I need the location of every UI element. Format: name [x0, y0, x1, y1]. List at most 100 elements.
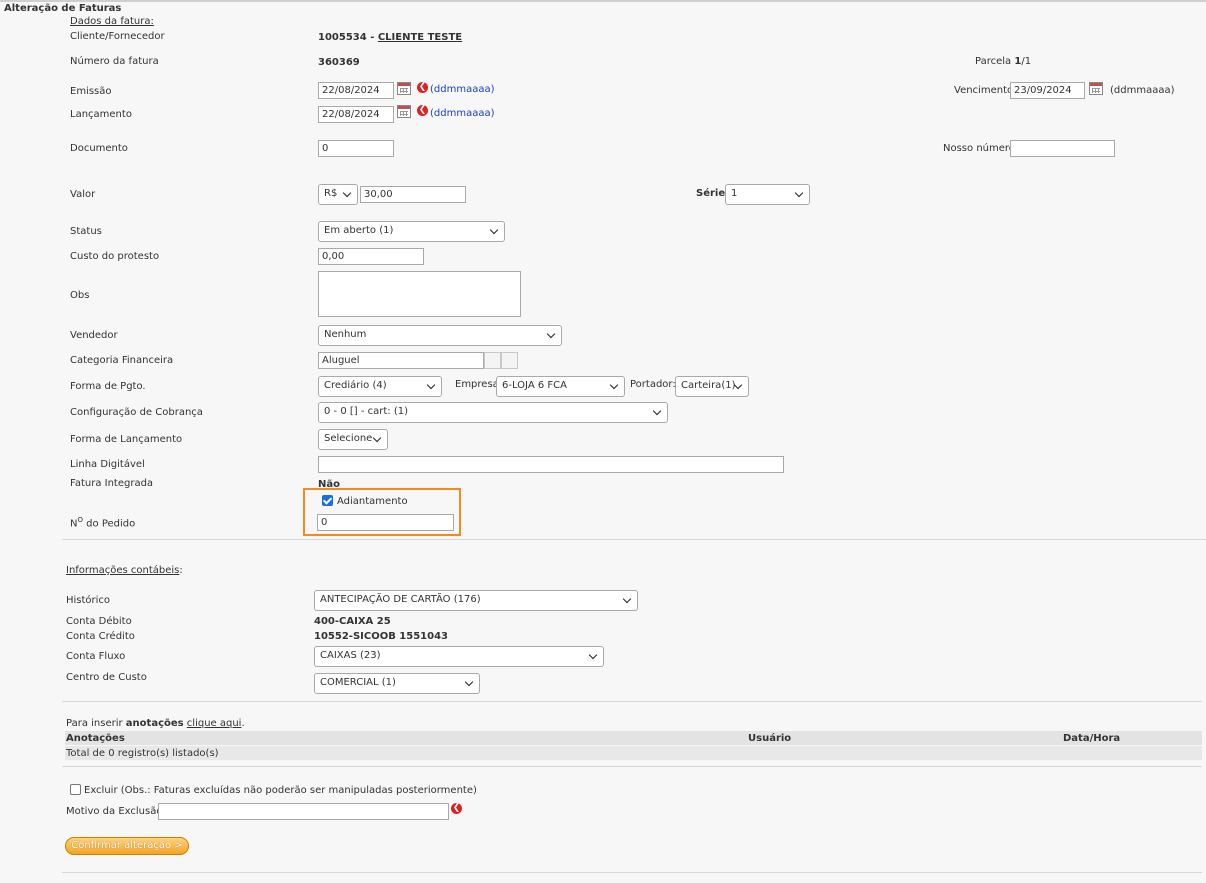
forma-pgto-label: Forma de Pgto. — [70, 381, 146, 392]
historico-select[interactable]: ANTECIPAÇÃO DE CARTÃO (176) — [314, 590, 638, 611]
linha-digitavel-input[interactable] — [318, 456, 784, 473]
separator — [62, 872, 1202, 873]
documento-label: Documento — [70, 143, 128, 154]
nosso-numero-label: Nosso número — [943, 143, 1015, 154]
parcela-total: /1 — [1021, 56, 1032, 67]
cliente-label: Cliente/Fornecedor — [70, 31, 165, 42]
custo-protesto-label: Custo do protesto — [70, 251, 160, 262]
notes-col-usuario: Usuário — [748, 733, 792, 744]
accounting-section-title: Informações contábeis — [66, 565, 180, 576]
forma-pgto-select[interactable]: Crediário (4) — [318, 376, 442, 397]
notes-intro: Para inserir anotações clique aqui. — [66, 718, 245, 729]
pedido-label-suffix: do Pedido — [83, 518, 136, 530]
lancamento-clear-icon[interactable]: ❮ — [417, 105, 428, 116]
vencimento-label: Vencimento — [954, 85, 1014, 96]
categoria-clear-button[interactable] — [501, 352, 518, 369]
excluir-label: Excluir (Obs.: Faturas excluídas não pod… — [84, 785, 477, 796]
obs-label: Obs — [70, 290, 90, 301]
empresa-label: Empresa — [455, 379, 499, 390]
notes-col-anotacoes: Anotações — [66, 733, 125, 744]
conta-fluxo-label: Conta Fluxo — [66, 651, 126, 662]
cliente-value: 1005534 - CLIENTE TESTE — [318, 32, 462, 43]
status-select[interactable]: Em aberto (1) — [318, 221, 505, 242]
cliente-code: 1005534 — [318, 32, 367, 43]
historico-label: Histórico — [66, 595, 111, 606]
emissao-format-hint: (ddmmaaaa) — [430, 84, 495, 95]
nosso-numero-input[interactable] — [1010, 140, 1115, 157]
conta-credito-value: 10552-SICOOB 1551043 — [314, 631, 449, 642]
config-cobranca-select[interactable]: 0 - 0 [] - cart: (1) — [318, 402, 668, 423]
separator — [62, 701, 1202, 702]
categoria-search-button[interactable] — [484, 352, 501, 369]
add-note-link[interactable]: clique aqui — [187, 718, 242, 729]
serie-label: Série — [696, 188, 726, 199]
categoria-label: Categoria Financeira — [70, 355, 174, 366]
adiantamento-label: Adiantamento — [337, 496, 408, 507]
pedido-input[interactable]: 0 — [317, 514, 454, 531]
forma-lancamento-label: Forma de Lançamento — [70, 434, 183, 445]
conta-credito-label: Conta Crédito — [66, 631, 135, 642]
lancamento-label: Lançamento — [70, 109, 132, 120]
numero-label: Número da fatura — [70, 56, 159, 67]
valor-label: Valor — [70, 189, 96, 200]
page-title: Alteração de Faturas — [4, 3, 122, 14]
status-label: Status — [70, 226, 102, 237]
motivo-label: Motivo da Exclusão: — [66, 806, 166, 817]
notes-intro-bold: anotações — [125, 718, 184, 729]
motivo-clear-icon[interactable]: ❮ — [451, 803, 462, 814]
vendedor-select[interactable]: Nenhum — [318, 325, 562, 346]
emissao-clear-icon[interactable]: ❮ — [417, 82, 428, 93]
lancamento-calendar-icon[interactable] — [397, 105, 411, 118]
notes-intro-suffix: . — [241, 718, 245, 729]
vencimento-calendar-icon[interactable] — [1089, 82, 1103, 95]
vencimento-format-hint: (ddmmaaaa) — [1110, 85, 1175, 96]
forma-lancamento-select[interactable]: Selecione — [318, 429, 388, 450]
emissao-input[interactable]: 22/08/2024 — [318, 82, 394, 99]
portador-select[interactable]: Carteira(1) — [675, 376, 749, 397]
adiantamento-checkbox[interactable] — [322, 495, 333, 506]
notes-intro-prefix: Para inserir — [66, 718, 126, 729]
notes-table-footer — [65, 746, 1202, 760]
obs-textarea[interactable] — [318, 271, 521, 317]
top-border — [0, 0, 1206, 2]
lancamento-input[interactable]: 22/08/2024 — [318, 106, 394, 123]
empresa-select[interactable]: 6-LOJA 6 FCA — [496, 376, 625, 397]
conta-fluxo-select[interactable]: CAIXAS (23) — [314, 646, 604, 667]
notes-table-header — [65, 731, 1202, 745]
excluir-checkbox[interactable] — [70, 784, 81, 795]
invoice-section-label: Dados da fatura: — [70, 16, 154, 27]
vencimento-input[interactable]: 23/09/2024 — [1010, 82, 1085, 99]
cliente-name-link[interactable]: CLIENTE TESTE — [378, 32, 462, 43]
numero-value: 360369 — [318, 57, 360, 68]
confirm-button[interactable]: Confirmar alteração > — [65, 837, 189, 855]
portador-label: Portador: — [630, 379, 676, 390]
conta-debito-label: Conta Débito — [66, 616, 132, 627]
centro-custo-select[interactable]: COMERCIAL (1) — [314, 673, 480, 694]
parcela-label: Parcela — [975, 56, 1012, 67]
accounting-section-label: Informações contábeis: — [66, 565, 183, 576]
custo-protesto-input[interactable]: 0,00 — [318, 248, 424, 265]
motivo-input[interactable] — [158, 803, 449, 820]
separator — [62, 539, 1206, 540]
parcela-field: Parcela 1/1 — [975, 56, 1031, 67]
notes-total: Total de 0 registro(s) listado(s) — [66, 748, 219, 759]
config-cobranca-label: Configuração de Cobrança — [70, 407, 203, 418]
notes-col-datahora: Data/Hora — [1063, 733, 1121, 744]
lancamento-format-hint: (ddmmaaaa) — [430, 108, 495, 119]
serie-select[interactable]: 1 — [725, 184, 810, 205]
emissao-calendar-icon[interactable] — [397, 82, 411, 95]
cliente-separator: - — [366, 32, 378, 43]
linha-digitavel-label: Linha Digitável — [70, 459, 145, 470]
pedido-label: NO do Pedido — [70, 516, 135, 529]
documento-input[interactable]: 0 — [318, 140, 394, 157]
currency-select[interactable]: R$ — [318, 184, 358, 205]
separator — [62, 766, 1202, 767]
vendedor-label: Vendedor — [70, 330, 118, 341]
fatura-integrada-label: Fatura Integrada — [70, 478, 154, 489]
accounting-section-colon: : — [179, 565, 183, 576]
valor-input[interactable]: 30,00 — [360, 186, 466, 203]
conta-debito-value: 400-CAIXA 25 — [314, 616, 391, 627]
centro-custo-label: Centro de Custo — [66, 672, 147, 683]
categoria-input[interactable]: Aluguel — [318, 352, 484, 369]
emissao-label: Emissão — [70, 86, 112, 97]
